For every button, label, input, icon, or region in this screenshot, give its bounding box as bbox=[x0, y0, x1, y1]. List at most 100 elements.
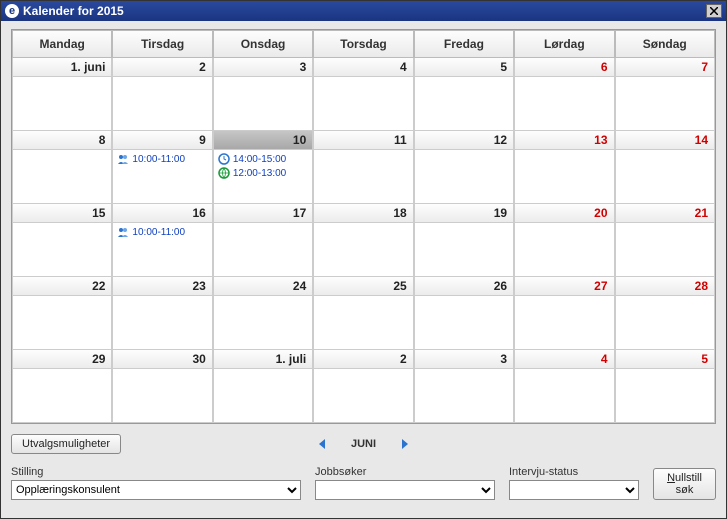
close-button[interactable] bbox=[706, 4, 722, 18]
day-body-cell[interactable] bbox=[514, 77, 614, 131]
day-body-cell[interactable] bbox=[514, 369, 614, 423]
day-body-cell[interactable] bbox=[112, 77, 212, 131]
day-body-cell[interactable] bbox=[12, 223, 112, 277]
weekday-header-row: MandagTirsdagOnsdagTorsdagFredagLørdagSø… bbox=[12, 30, 715, 58]
day-number-cell[interactable]: 6 bbox=[514, 58, 614, 77]
filter-stilling: Stilling Opplæringskonsulent bbox=[11, 466, 301, 500]
day-number-cell[interactable]: 21 bbox=[615, 204, 715, 223]
day-body-row: 10:00-11:00 14:00-15:00 12:00-13:00 bbox=[12, 150, 715, 204]
status-label: Intervju-status bbox=[509, 466, 639, 478]
content-area: MandagTirsdagOnsdagTorsdagFredagLørdagSø… bbox=[1, 21, 726, 518]
day-number-cell[interactable]: 19 bbox=[414, 204, 514, 223]
window-title: Kalender for 2015 bbox=[23, 4, 124, 18]
day-number-cell[interactable]: 3 bbox=[213, 58, 313, 77]
day-body-cell[interactable] bbox=[414, 150, 514, 204]
day-body-cell[interactable] bbox=[213, 223, 313, 277]
day-number-cell[interactable]: 5 bbox=[615, 350, 715, 369]
stilling-select[interactable]: Opplæringskonsulent bbox=[11, 480, 301, 500]
day-body-cell[interactable] bbox=[112, 369, 212, 423]
day-body-cell[interactable] bbox=[313, 77, 413, 131]
calendar-event[interactable]: 14:00-15:00 bbox=[216, 152, 310, 166]
day-number-cell[interactable]: 10 bbox=[213, 131, 313, 150]
day-body-cell[interactable] bbox=[12, 296, 112, 350]
day-body-cell[interactable] bbox=[313, 223, 413, 277]
day-number-cell[interactable]: 1. juli bbox=[213, 350, 313, 369]
day-number-cell[interactable]: 13 bbox=[514, 131, 614, 150]
day-body-cell[interactable] bbox=[615, 369, 715, 423]
day-number-cell[interactable]: 27 bbox=[514, 277, 614, 296]
day-number-cell[interactable]: 14 bbox=[615, 131, 715, 150]
day-number-cell[interactable]: 17 bbox=[213, 204, 313, 223]
day-number-cell[interactable]: 23 bbox=[112, 277, 212, 296]
day-number-cell[interactable]: 18 bbox=[313, 204, 413, 223]
calendar-event[interactable]: 10:00-11:00 bbox=[115, 225, 209, 239]
day-body-cell[interactable]: 10:00-11:00 bbox=[112, 223, 212, 277]
day-body-cell[interactable] bbox=[615, 150, 715, 204]
daynum-row: 22232425262728 bbox=[12, 277, 715, 296]
event-time-label: 10:00-11:00 bbox=[132, 154, 185, 165]
day-body-cell[interactable] bbox=[414, 369, 514, 423]
day-number-cell[interactable]: 26 bbox=[414, 277, 514, 296]
daynum-row: 1. juni234567 bbox=[12, 58, 715, 77]
day-body-cell[interactable] bbox=[313, 296, 413, 350]
day-number-cell[interactable]: 30 bbox=[112, 350, 212, 369]
people-icon bbox=[117, 226, 129, 238]
day-body-cell[interactable] bbox=[313, 150, 413, 204]
day-number-cell[interactable]: 22 bbox=[12, 277, 112, 296]
next-month-button[interactable] bbox=[396, 436, 412, 452]
day-number-cell[interactable]: 16 bbox=[112, 204, 212, 223]
day-body-cell[interactable]: 14:00-15:00 12:00-13:00 bbox=[213, 150, 313, 204]
day-body-cell[interactable] bbox=[414, 77, 514, 131]
daynum-row: 891011121314 bbox=[12, 131, 715, 150]
day-number-cell[interactable]: 5 bbox=[414, 58, 514, 77]
day-number-cell[interactable]: 2 bbox=[112, 58, 212, 77]
day-number-cell[interactable]: 8 bbox=[12, 131, 112, 150]
day-body-cell[interactable] bbox=[12, 150, 112, 204]
day-body-cell[interactable] bbox=[112, 296, 212, 350]
day-number-cell[interactable]: 7 bbox=[615, 58, 715, 77]
day-number-cell[interactable]: 9 bbox=[112, 131, 212, 150]
daynum-row: 15161718192021 bbox=[12, 204, 715, 223]
day-body-cell[interactable] bbox=[615, 296, 715, 350]
prev-month-button[interactable] bbox=[315, 436, 331, 452]
titlebar: e Kalender for 2015 bbox=[1, 1, 726, 21]
jobbsoker-select[interactable] bbox=[315, 480, 495, 500]
day-number-cell[interactable]: 11 bbox=[313, 131, 413, 150]
day-body-cell[interactable] bbox=[615, 77, 715, 131]
day-body-cell[interactable] bbox=[514, 223, 614, 277]
day-number-cell[interactable]: 2 bbox=[313, 350, 413, 369]
day-number-cell[interactable]: 15 bbox=[12, 204, 112, 223]
day-number-cell[interactable]: 24 bbox=[213, 277, 313, 296]
day-body-cell[interactable] bbox=[615, 223, 715, 277]
day-number-cell[interactable]: 4 bbox=[313, 58, 413, 77]
day-body-cell[interactable] bbox=[313, 369, 413, 423]
day-body-cell[interactable] bbox=[213, 369, 313, 423]
reset-search-button[interactable]: Nullstill søk bbox=[653, 468, 716, 500]
day-body-cell[interactable] bbox=[12, 369, 112, 423]
calendar-event[interactable]: 12:00-13:00 bbox=[216, 166, 310, 180]
day-body-cell[interactable] bbox=[514, 296, 614, 350]
day-body-cell[interactable]: 10:00-11:00 bbox=[112, 150, 212, 204]
day-number-cell[interactable]: 1. juni bbox=[12, 58, 112, 77]
day-number-cell[interactable]: 20 bbox=[514, 204, 614, 223]
day-number-cell[interactable]: 29 bbox=[12, 350, 112, 369]
day-body-cell[interactable] bbox=[213, 296, 313, 350]
day-body-cell[interactable] bbox=[414, 296, 514, 350]
day-number-cell[interactable]: 4 bbox=[514, 350, 614, 369]
calendar-event[interactable]: 10:00-11:00 bbox=[115, 152, 209, 166]
event-time-label: 12:00-13:00 bbox=[233, 168, 286, 179]
nav-row: Utvalgsmuligheter JUNI bbox=[11, 432, 716, 456]
status-select[interactable] bbox=[509, 480, 639, 500]
day-number-cell[interactable]: 3 bbox=[414, 350, 514, 369]
day-body-cell[interactable] bbox=[414, 223, 514, 277]
day-number-cell[interactable]: 25 bbox=[313, 277, 413, 296]
day-number-cell[interactable]: 12 bbox=[414, 131, 514, 150]
filter-status: Intervju-status bbox=[509, 466, 639, 500]
day-body-cell[interactable] bbox=[514, 150, 614, 204]
day-number-cell[interactable]: 28 bbox=[615, 277, 715, 296]
day-body-row bbox=[12, 296, 715, 350]
day-body-cell[interactable] bbox=[213, 77, 313, 131]
day-body-cell[interactable] bbox=[12, 77, 112, 131]
options-button[interactable]: Utvalgsmuligheter bbox=[11, 434, 121, 454]
day-body-row: 10:00-11:00 bbox=[12, 223, 715, 277]
